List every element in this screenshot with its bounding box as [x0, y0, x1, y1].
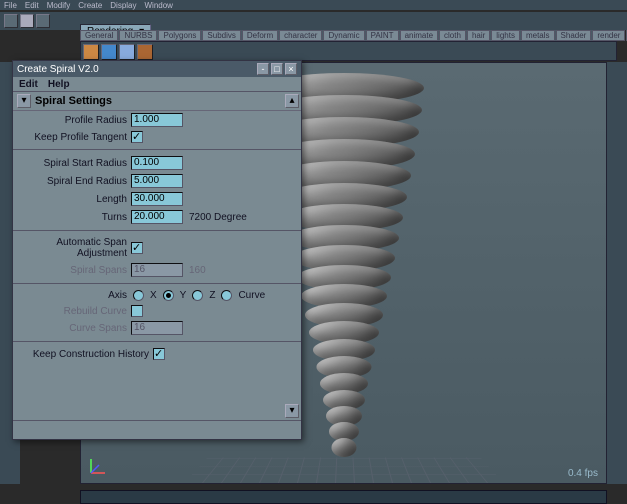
section-header: ▾ Spiral Settings [13, 92, 301, 111]
input-length[interactable]: 30.000 [131, 192, 183, 206]
scroll-down-icon[interactable]: ▾ [285, 404, 299, 418]
menu-edit[interactable]: Edit [25, 1, 39, 10]
checkbox-rebuild-curve[interactable] [131, 305, 143, 317]
shelf-tab[interactable]: PAINT [366, 30, 399, 41]
collapse-icon[interactable]: ▾ [17, 94, 31, 108]
label-profile-radius: Profile Radius [19, 115, 127, 126]
radio-axis-x[interactable] [133, 290, 144, 301]
shelf-tab[interactable]: Deform [242, 30, 278, 41]
minimize-icon[interactable]: - [257, 63, 269, 75]
shelf-icon[interactable] [119, 44, 135, 60]
sidebar-right [607, 62, 627, 484]
input-curve-spans: 16 [131, 321, 183, 335]
shelf-tab[interactable]: Polygons [158, 30, 201, 41]
label-start-radius: Spiral Start Radius [19, 158, 127, 169]
shelf [80, 41, 617, 61]
shelf-tab[interactable]: Subdivs [202, 30, 240, 41]
checkbox-keep-history[interactable] [153, 348, 165, 360]
shelf-tab[interactable]: animate [400, 30, 438, 41]
menu-create[interactable]: Create [78, 1, 102, 10]
shelf-icon[interactable] [83, 44, 99, 60]
maximize-icon[interactable]: □ [271, 63, 283, 75]
dialog-body: ▴ ▾ Spiral Settings Profile Radius 1.000… [13, 91, 301, 421]
label-rebuild-curve: Rebuild Curve [19, 306, 127, 317]
shelf-tab[interactable]: cloth [439, 30, 466, 41]
shelf-tab[interactable]: lights [491, 30, 520, 41]
create-spiral-dialog: Create Spiral V2.0 - □ × Edit Help ▴ ▾ S… [12, 60, 302, 440]
label-keep-tangent: Keep Profile Tangent [19, 132, 127, 143]
dialog-menu-edit[interactable]: Edit [19, 79, 38, 90]
shelf-tab[interactable]: General [80, 30, 118, 41]
menu-modify[interactable]: Modify [47, 1, 71, 10]
menubar: File Edit Modify Create Display Window [0, 0, 627, 10]
input-end-radius[interactable]: 5.000 [131, 174, 183, 188]
tool-icon[interactable] [4, 14, 18, 28]
shelf-tab[interactable]: metals [521, 30, 555, 41]
shelf-tab[interactable]: NURBS [119, 30, 157, 41]
label-auto-span: Automatic Span Adjustment [19, 237, 127, 259]
timeline[interactable] [80, 490, 607, 504]
menu-display[interactable]: Display [110, 1, 136, 10]
label-turns-suffix: 7200 Degree [189, 212, 247, 223]
label-keep-history: Keep Construction History [19, 349, 149, 360]
close-icon[interactable]: × [285, 63, 297, 75]
radio-axis-y[interactable] [163, 290, 174, 301]
menu-window[interactable]: Window [145, 1, 173, 10]
shelf-tab[interactable]: Dynamic [323, 30, 364, 41]
tool-icon[interactable] [20, 14, 34, 28]
label-turns: Turns [19, 212, 127, 223]
input-spiral-spans: 16 [131, 263, 183, 277]
radio-axis-z[interactable] [192, 290, 203, 301]
shelf-tab[interactable]: hair [467, 30, 490, 41]
input-start-radius[interactable]: 0.100 [131, 156, 183, 170]
dialog-menu-help[interactable]: Help [48, 79, 70, 90]
toolbar: Rendering▾ [0, 12, 627, 30]
label-spiral-spans: Spiral Spans [19, 265, 127, 276]
label-end-radius: Spiral End Radius [19, 176, 127, 187]
section-title: Spiral Settings [35, 95, 112, 107]
label-axis: Axis [19, 290, 127, 301]
dialog-titlebar[interactable]: Create Spiral V2.0 - □ × [13, 61, 301, 77]
dialog-menu: Edit Help [13, 77, 301, 91]
tool-icon[interactable] [36, 14, 50, 28]
checkbox-keep-tangent[interactable] [131, 131, 143, 143]
shelf-tab[interactable]: character [279, 30, 322, 41]
checkbox-auto-span[interactable] [131, 242, 143, 254]
fps-indicator: 0.4 fps [568, 468, 598, 479]
label-length: Length [19, 194, 127, 205]
shelf-tabs: General NURBS Polygons Subdivs Deform ch… [80, 30, 617, 41]
input-profile-radius[interactable]: 1.000 [131, 113, 183, 127]
axis-indicator-icon [87, 453, 111, 477]
menu-file[interactable]: File [4, 1, 17, 10]
dialog-title: Create Spiral V2.0 [17, 64, 99, 75]
shelf-icon[interactable] [101, 44, 117, 60]
label-curve-spans: Curve Spans [19, 323, 127, 334]
shelf-icon[interactable] [137, 44, 153, 60]
scroll-up-icon[interactable]: ▴ [285, 94, 299, 108]
input-turns[interactable]: 20.000 [131, 210, 183, 224]
label-spans-suffix: 160 [189, 265, 206, 276]
shelf-tab[interactable]: Shader [556, 30, 592, 41]
radio-axis-curve[interactable] [221, 290, 232, 301]
shelf-tab[interactable]: render [592, 30, 625, 41]
